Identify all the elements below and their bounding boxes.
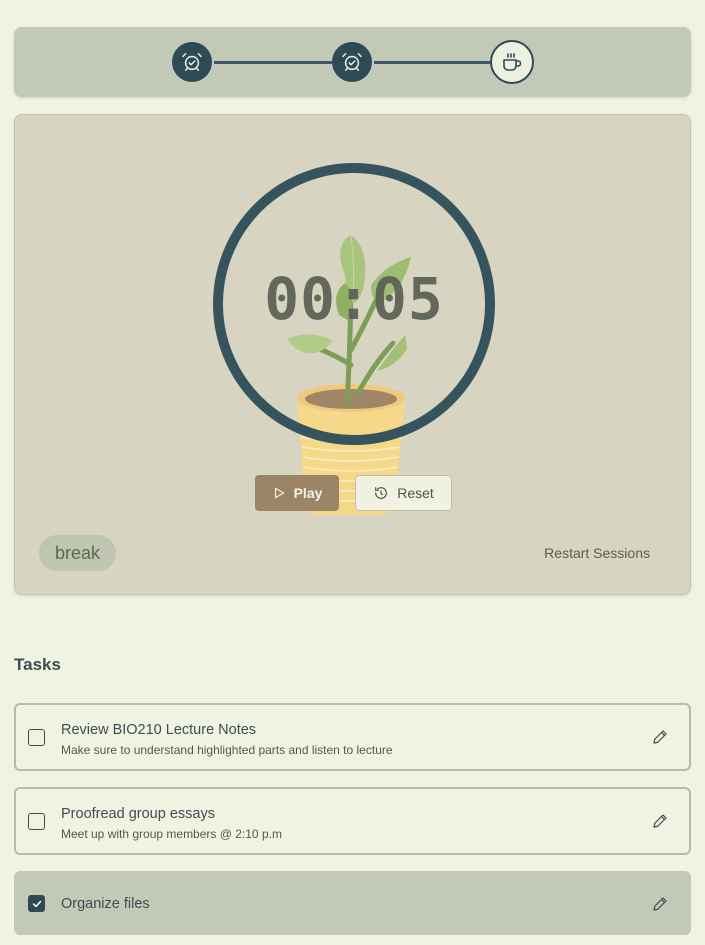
- edit-pencil-icon[interactable]: [651, 812, 669, 830]
- alarm-clock-check-icon: [342, 53, 362, 71]
- checkmark-icon: [32, 900, 41, 907]
- reset-timer-icon: [375, 487, 388, 499]
- task-description: Meet up with group members @ 2:10 p.m: [61, 827, 282, 841]
- step-break: [490, 40, 534, 84]
- task-checkbox-checked[interactable]: [28, 895, 45, 912]
- task-item-completed: Organize files: [14, 871, 691, 935]
- task-checkbox[interactable]: [28, 813, 45, 830]
- reset-button-label: Reset: [397, 485, 434, 501]
- task-checkbox[interactable]: [28, 729, 45, 746]
- play-button-label: Play: [293, 485, 323, 501]
- task-item: Review BIO210 Lecture Notes Make sure to…: [14, 703, 691, 771]
- step-work-1: [172, 42, 212, 82]
- reset-button[interactable]: Reset: [355, 475, 452, 511]
- step-connector: [214, 61, 332, 64]
- task-description: Make sure to understand highlighted part…: [61, 743, 393, 757]
- task-item: Proofread group essays Meet up with grou…: [14, 787, 691, 855]
- timer-card: 00:05 Play Reset break Restart Sessions: [14, 114, 691, 595]
- alarm-clock-check-icon: [182, 53, 202, 71]
- mode-badge: break: [39, 535, 117, 571]
- restart-sessions-button[interactable]: Restart Sessions: [544, 545, 650, 561]
- tasks-heading: Tasks: [14, 655, 61, 674]
- session-stepper: [14, 27, 691, 97]
- play-icon: [274, 487, 284, 499]
- step-work-2: [332, 42, 372, 82]
- play-button[interactable]: Play: [255, 475, 339, 511]
- coffee-cup-icon: [503, 53, 522, 71]
- edit-pencil-icon[interactable]: [651, 895, 669, 913]
- step-connector: [374, 61, 492, 64]
- edit-pencil-icon[interactable]: [651, 728, 669, 746]
- task-title: Organize files: [61, 896, 150, 912]
- task-title: Review BIO210 Lecture Notes: [61, 722, 257, 738]
- timer-display: 00:05: [264, 265, 444, 333]
- task-title: Proofread group essays: [61, 806, 215, 822]
